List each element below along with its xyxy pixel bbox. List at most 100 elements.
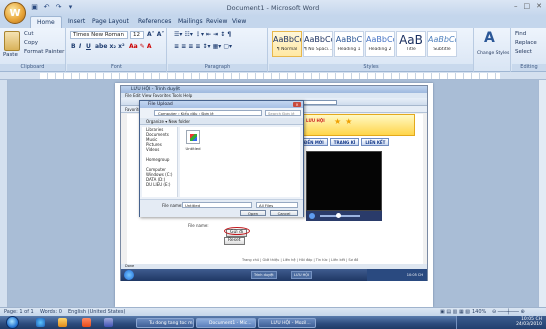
clipboard-group-label: Clipboard: [0, 64, 65, 71]
dialog-toolbar: Organize ▾ New folder: [140, 118, 303, 125]
system-tray: 10:05 CH 24/03/2010: [456, 316, 546, 329]
dialog-file-list: Untitled: [180, 127, 300, 197]
list-icons[interactable]: ☰▾ ☷▾ ⋮▾ ⇤ ⇥ ↕ ¶: [174, 31, 231, 38]
italic-button[interactable]: I: [79, 43, 81, 50]
styles-group-label: Styles: [269, 64, 473, 71]
underline-button[interactable]: U: [86, 43, 91, 50]
font-color-icon[interactable]: Aa ✎ A: [129, 43, 152, 50]
app-icon[interactable]: [104, 318, 113, 327]
font-size-box[interactable]: 12: [130, 31, 144, 39]
dialog-close-button: ×: [293, 102, 301, 107]
image-file-icon: [186, 130, 200, 144]
style-heading-1[interactable]: AaBbC Heading 1: [334, 31, 364, 57]
tab-home[interactable]: Home: [30, 16, 62, 28]
taskbar: Tu dong tang toc mạng... Document1 - Mic…: [0, 316, 546, 329]
change-styles-button[interactable]: Change Styles: [477, 51, 509, 56]
window-title: Document1 - Microsoft Word: [226, 4, 320, 12]
cut-button[interactable]: Cut: [24, 31, 33, 37]
taskbar-item-firefox[interactable]: LƯU HỘI - Mozil...: [258, 318, 316, 328]
filename-label: File name:: [162, 203, 183, 208]
star-icons: ★★: [334, 117, 357, 126]
paragraph-group-label: Paragraph: [168, 64, 267, 71]
tab-mailings[interactable]: Mailings: [178, 18, 203, 25]
taskbar-item-downloader[interactable]: Tu dong tang toc mạng...: [136, 318, 194, 328]
clock-date: 24/03/2010: [516, 322, 542, 327]
window-controls: – □ ✕: [514, 2, 542, 10]
highlight-circle: [224, 227, 250, 235]
paragraph-group: ☰▾ ☷▾ ⋮▾ ⇤ ⇥ ↕ ¶ ≡ ≡ ≡ ≡ ↕▾ ▦▾ ▢▾ Paragr…: [168, 28, 268, 72]
maximize-button[interactable]: □: [524, 2, 531, 10]
style-title[interactable]: AaB Title: [396, 31, 426, 57]
file-type-filter: All Files: [256, 202, 298, 208]
close-button[interactable]: ✕: [536, 2, 542, 10]
site-nav: ĐỀN MỚI TRANG KÍ LIÊN KẾT: [300, 138, 420, 146]
tab-insert[interactable]: Insert: [68, 18, 85, 25]
clipboard-group: Paste Cut Copy Format Painter Clipboard: [0, 28, 66, 72]
style-sample: AaBbCcD: [304, 35, 332, 44]
tree-item: DU LIEU (E:): [146, 182, 171, 187]
video-player: [306, 151, 382, 211]
copy-button[interactable]: Copy: [24, 40, 38, 46]
inner-start-icon: [124, 270, 134, 280]
tab-page-layout[interactable]: Page Layout: [92, 18, 129, 25]
video-controls: [306, 211, 382, 221]
change-styles-group: A Change Styles: [475, 28, 511, 72]
site-file-label: File name:: [188, 223, 209, 228]
ribbon-tabs: Home Insert Page Layout References Maili…: [0, 16, 546, 28]
inner-task-item: Trình duyệt: [251, 271, 277, 279]
site-nav-item: ĐỀN MỚI: [300, 138, 328, 146]
horizontal-ruler[interactable]: [0, 72, 546, 80]
media-player-icon[interactable]: [82, 318, 91, 327]
site-reset-button: Reset: [224, 237, 245, 245]
paste-icon[interactable]: [4, 31, 20, 51]
play-icon: [309, 213, 315, 219]
align-icons[interactable]: ≡ ≡ ≡ ≡ ↕▾ ▦▾ ▢▾: [174, 43, 232, 50]
format-painter-button[interactable]: Format Painter: [24, 49, 64, 55]
tab-review[interactable]: Review: [206, 18, 227, 25]
style-name: Subtitle: [433, 47, 451, 52]
style-no-spacing[interactable]: AaBbCcD ¶ No Spaci...: [303, 31, 333, 57]
tab-references[interactable]: References: [138, 18, 171, 25]
font-name-box[interactable]: Times New Roman: [70, 31, 128, 39]
cancel-button: Cancel: [270, 210, 298, 216]
strikethrough-sub-super-icons[interactable]: abe x₂ x²: [95, 43, 125, 50]
select-button[interactable]: Select: [515, 49, 532, 55]
change-styles-icon[interactable]: A: [484, 30, 495, 46]
font-group-label: Font: [67, 64, 166, 71]
style-heading-2[interactable]: AaBbCc Heading 2: [365, 31, 395, 57]
taskbar-clock[interactable]: 10:05 CH 24/03/2010: [516, 317, 542, 327]
editing-group-label: Editing: [512, 64, 546, 71]
style-name: ¶ No Spaci...: [304, 47, 332, 52]
office-button[interactable]: W: [4, 2, 26, 24]
font-group: Times New Roman 12 A˄ A˅ B I U abe x₂ x²…: [67, 28, 167, 72]
video-progress-handle: [336, 213, 341, 218]
vertical-ruler[interactable]: [0, 80, 8, 307]
inner-taskbar: Trình duyệt LƯU HỘI 10:05 CH: [121, 269, 427, 281]
inner-clock: 10:05 CH: [367, 269, 427, 281]
find-button[interactable]: Find: [515, 31, 526, 37]
ruler-scale: [40, 73, 500, 79]
ie-icon[interactable]: [36, 318, 45, 327]
tab-view[interactable]: View: [232, 18, 246, 25]
site-banner-text: LƯU HỘI: [306, 118, 325, 123]
folder-icon[interactable]: [58, 318, 67, 327]
start-button[interactable]: [6, 316, 19, 329]
style-sample: AaBbC: [335, 35, 363, 44]
taskbar-item-word[interactable]: Document1 - Mic...: [196, 318, 256, 328]
status-bar: Page: 1 of 1 Words: 0 English (United St…: [0, 307, 546, 316]
paste-button[interactable]: Paste: [3, 52, 18, 58]
editing-group: Find Replace Select Editing: [512, 28, 546, 72]
grow-shrink-font-icons[interactable]: A˄ A˅: [147, 31, 164, 38]
filename-input: Untitled: [182, 202, 252, 208]
vertical-scrollbar[interactable]: [538, 80, 546, 307]
style-name: Heading 1: [337, 47, 361, 52]
replace-button[interactable]: Replace: [515, 40, 537, 46]
site-footer: Trang chủ | Giới thiệu | Liên hệ | Hỏi đ…: [242, 258, 359, 262]
bold-button[interactable]: B: [71, 43, 76, 50]
title-bar: ▣ ↶ ↷ ▾ Document1 - Microsoft Word – □ ✕: [0, 0, 546, 16]
site-nav-item: LIÊN KẾT: [361, 138, 390, 146]
style-subtitle[interactable]: AaBbCc. Subtitle: [427, 31, 457, 57]
style-name: Heading 2: [368, 47, 392, 52]
style-normal[interactable]: AaBbCcD ¶ Normal: [272, 31, 302, 57]
minimize-button[interactable]: –: [514, 2, 518, 10]
